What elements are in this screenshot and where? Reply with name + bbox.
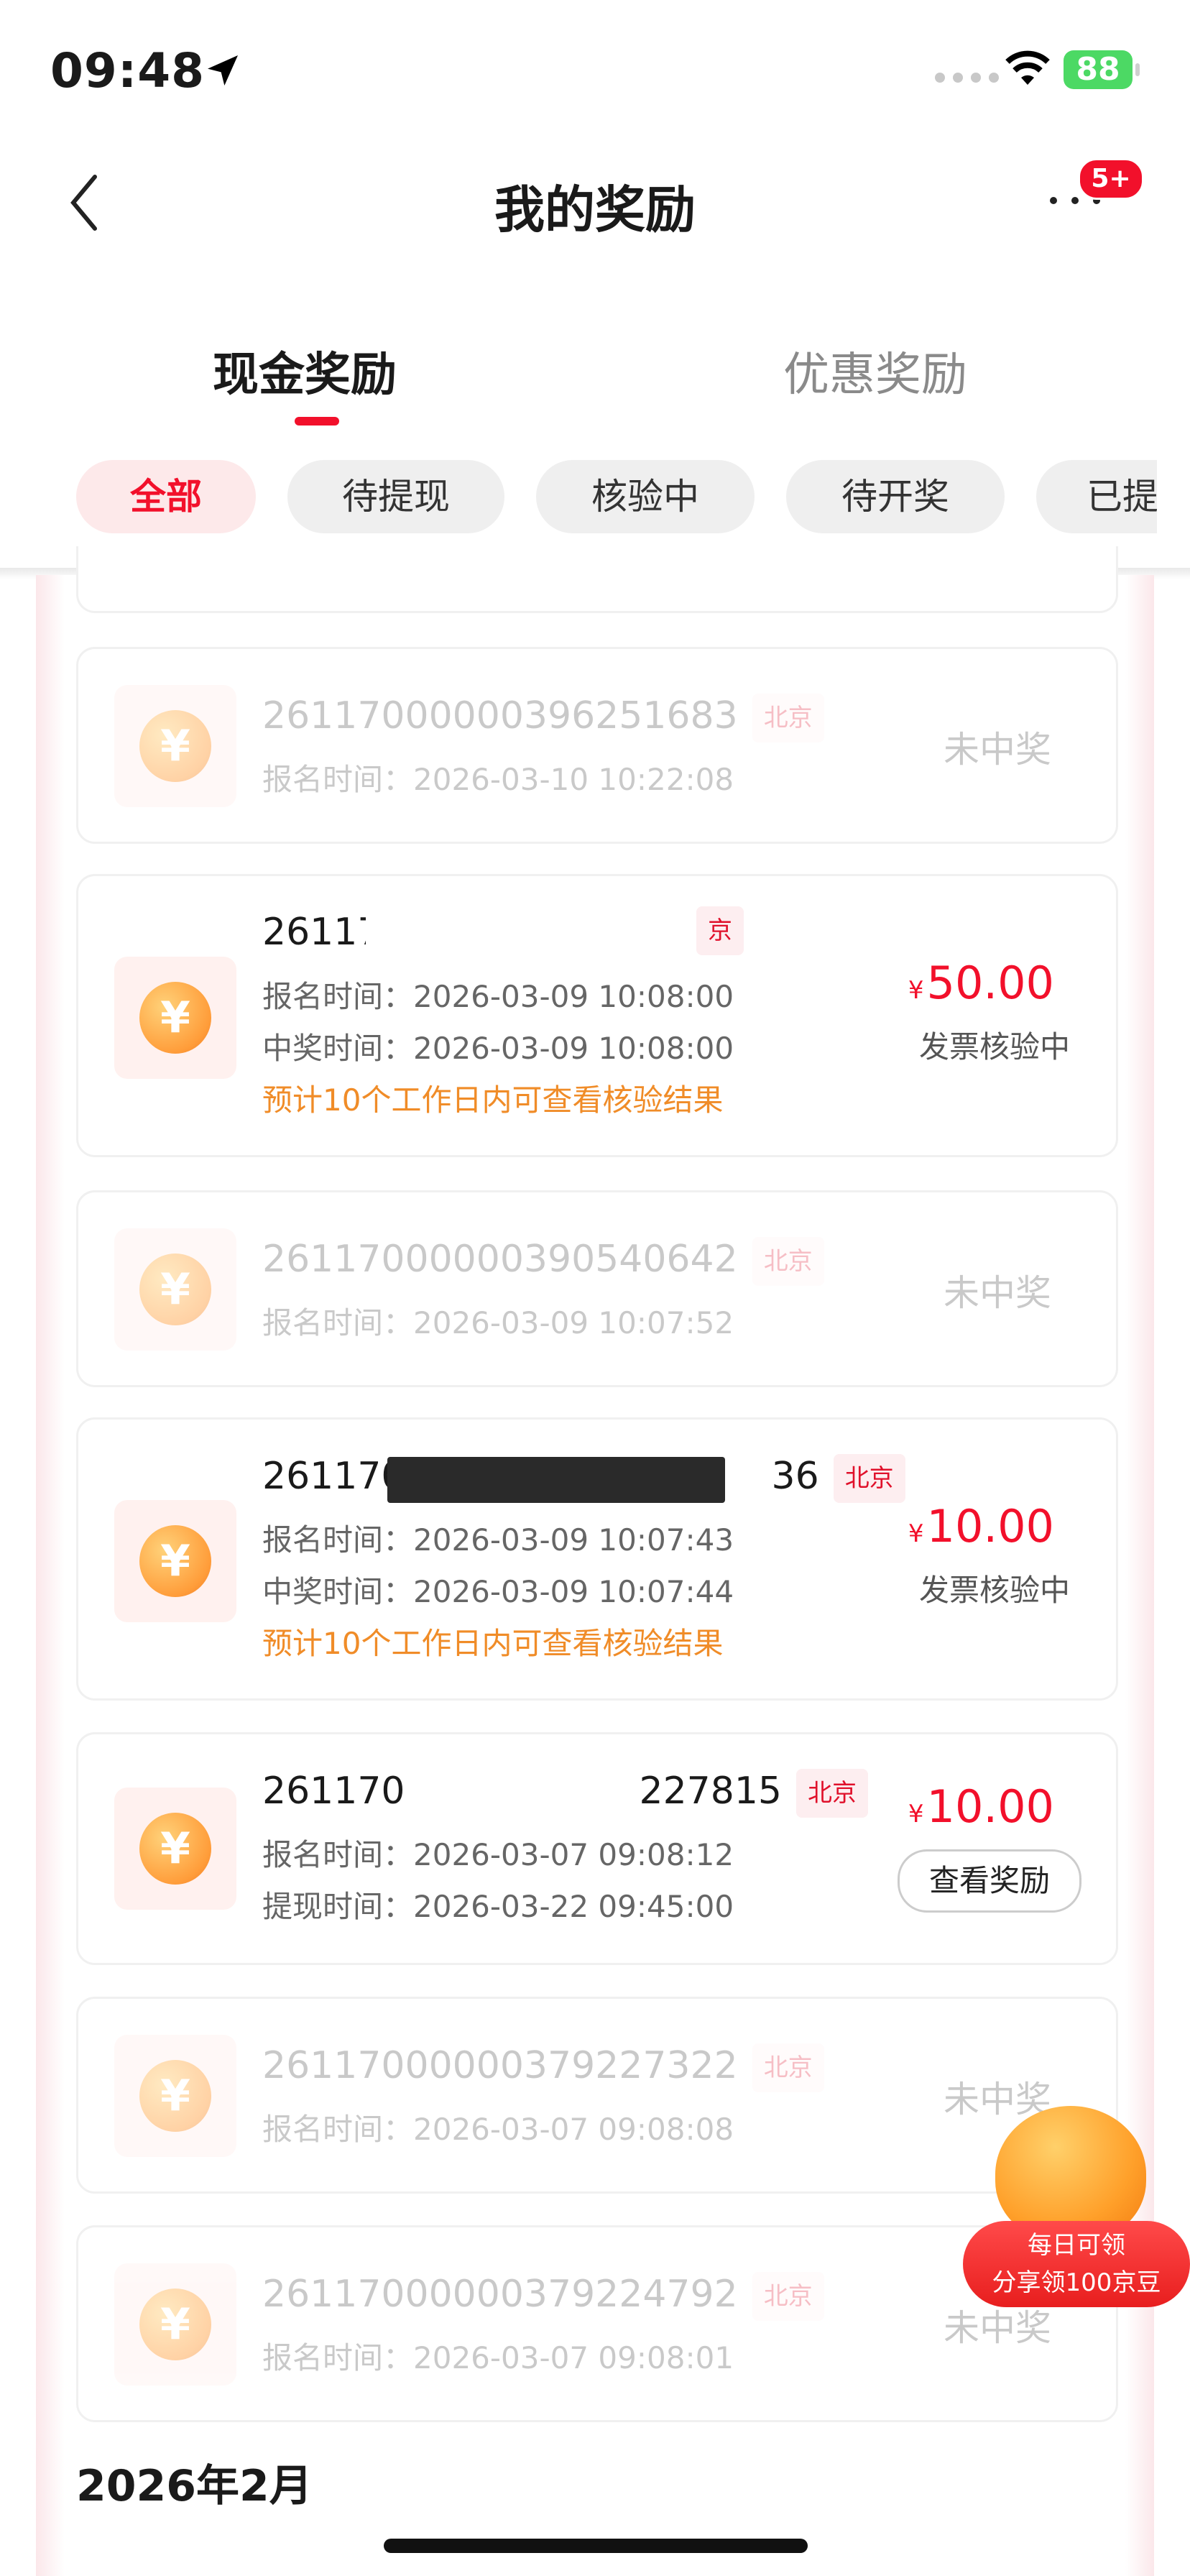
reward-icon: ¥ [114, 957, 236, 1079]
redacted-id [387, 1457, 725, 1503]
signup-time: 报名时间：2026-03-09 10:07:52 [262, 1305, 734, 1340]
filter-chip-withdrawn[interactable]: 已提 [1036, 460, 1157, 533]
battery-indicator: 88 [1064, 50, 1140, 89]
win-time: 中奖时间：2026-03-09 10:07:44 [262, 1574, 734, 1609]
wifi-icon [1005, 50, 1050, 85]
tab-cash-rewards[interactable]: 现金奖励 [213, 338, 397, 404]
reward-id-row: 26117000000379224792 北京 [262, 2272, 824, 2321]
reward-card[interactable]: ¥ 261170 36 北京 报名时间：2026-03-09 10:07:43 中奖… [76, 1417, 1118, 1701]
filter-chip-bar: 全部 待提现 核验中 待开奖 已提 [0, 460, 1157, 539]
amount-value: 10.00 [926, 1500, 1055, 1552]
reward-card[interactable]: ¥ 26117000000379224792 北京 报名时间：2026-03-07… [76, 2225, 1118, 2422]
region-tag: 北京 [752, 2272, 824, 2321]
region-tag: 北京 [752, 2043, 824, 2092]
reward-amount: ¥50.00 [908, 957, 1054, 1009]
yuan-coin-icon: ¥ [139, 710, 211, 782]
promo-line-2: 分享领100京豆 [992, 2268, 1161, 2297]
verification-note: 预计10个工作日内可查看核验结果 [262, 1082, 724, 1118]
reward-icon: ¥ [114, 1788, 236, 1910]
reward-id-row: 261170 227815 北京 [262, 1769, 869, 1818]
reward-id: 26117000000379227322 [262, 2044, 738, 2087]
floating-promo-widget[interactable]: 每日可领 分享领100京豆 [963, 2106, 1190, 2314]
reward-card[interactable]: ¥ 261170 227815 北京 报名时间：2026-03-07 09:08:1… [76, 1732, 1118, 1965]
withdraw-time: 提现时间：2026-03-22 09:45:00 [262, 1889, 734, 1924]
reward-card-partial [76, 546, 1118, 613]
promo-line-1: 每日可领 [1028, 2231, 1125, 2260]
reward-amount: ¥10.00 [908, 1780, 1054, 1833]
signup-time: 报名时间：2026-03-07 09:08:08 [262, 2112, 734, 2147]
cellular-signal-icon [935, 73, 999, 83]
reward-icon: ¥ [114, 1228, 236, 1351]
reward-card[interactable]: ¥ 26117000000390540642 北京 报名时间：2026-03-09… [76, 1190, 1118, 1387]
status-time: 09:48 [50, 43, 206, 98]
yuan-coin-icon: ¥ [139, 1813, 211, 1885]
home-indicator [384, 2539, 808, 2553]
region-tag: 北京 [833, 1454, 905, 1503]
signup-time: 报名时间：2026-03-10 10:22:08 [262, 762, 734, 797]
signup-time: 报名时间：2026-03-09 10:07:43 [262, 1522, 734, 1558]
region-tag: 北京 [796, 1769, 869, 1818]
verification-note: 预计10个工作日内可查看核验结果 [262, 1626, 724, 1661]
currency-symbol: ¥ [908, 1519, 924, 1548]
reward-id-row: 26117000000379227322 北京 [262, 2043, 824, 2092]
currency-symbol: ¥ [908, 1800, 924, 1828]
yuan-coin-icon: ¥ [139, 2288, 211, 2360]
reward-id-row: 26117000000396251683 北京 [262, 694, 824, 742]
signup-time: 报名时间：2026-03-07 09:08:12 [262, 1837, 734, 1872]
reward-icon: ¥ [114, 2035, 236, 2157]
region-tag: 京 [696, 906, 744, 955]
signup-time: 报名时间：2026-03-09 10:08:00 [262, 979, 734, 1014]
yuan-coin-icon: ¥ [139, 1525, 211, 1597]
reward-id-suffix: 36 [771, 1455, 819, 1498]
region-tag-row: 京 [696, 906, 744, 955]
reward-id-suffix: 227815 [639, 1770, 783, 1813]
reward-card[interactable]: ¥ 26117000000396251683 北京 报名时间：2026-03-10… [76, 647, 1118, 844]
reward-status: 发票核验中 [918, 1029, 1070, 1064]
page-title: 我的奖励 [494, 180, 696, 239]
active-tab-indicator [295, 417, 339, 426]
location-arrow-icon [208, 55, 238, 86]
filter-chip-verifying[interactable]: 核验中 [536, 460, 755, 533]
reward-card[interactable]: ¥ 26117000000379227322 北京 报名时间：2026-03-07… [76, 1997, 1118, 2194]
yuan-coin-icon: ¥ [139, 2060, 211, 2132]
reward-status: 未中奖 [944, 729, 1051, 770]
reward-id: 26117000000390540642 [262, 1238, 738, 1281]
reward-icon: ¥ [114, 1500, 236, 1622]
reward-icon: ¥ [114, 685, 236, 807]
reward-status: 未中奖 [944, 1272, 1051, 1314]
reward-card[interactable]: ¥ 261170 京 报名时间：2026-03-09 10:08:00 中奖时间… [76, 874, 1118, 1157]
message-count-badge: 5+ [1078, 158, 1144, 200]
promo-label: 每日可领 分享领100京豆 [963, 2221, 1190, 2307]
reward-amount: ¥10.00 [908, 1500, 1054, 1552]
region-tag: 北京 [752, 1237, 824, 1286]
tab-discount-rewards[interactable]: 优惠奖励 [783, 338, 967, 404]
reward-id-prefix: 261170 [262, 1770, 405, 1813]
region-tag: 北京 [752, 694, 824, 742]
view-reward-button[interactable]: 查看奖励 [898, 1849, 1081, 1913]
reward-id-prefix: 261170 [262, 1455, 405, 1498]
status-bar: 09:48 88 [0, 0, 1190, 129]
filter-chip-pending-withdraw[interactable]: 待提现 [287, 460, 504, 533]
signup-time: 报名时间：2026-03-07 09:08:01 [262, 2340, 734, 2375]
currency-symbol: ¥ [908, 976, 924, 1005]
amount-value: 10.00 [926, 1780, 1055, 1833]
month-section-header: 2026年2月 [76, 2461, 313, 2511]
filter-chip-all[interactable]: 全部 [76, 460, 256, 533]
reward-id: 26117000000379224792 [262, 2273, 738, 2316]
reward-id: 26117000000396251683 [262, 694, 738, 737]
yuan-coin-icon: ¥ [139, 1254, 211, 1325]
yuan-coin-icon: ¥ [139, 982, 211, 1054]
filter-chip-pending-draw[interactable]: 待开奖 [786, 460, 1005, 533]
amount-value: 50.00 [926, 957, 1055, 1009]
win-time: 中奖时间：2026-03-09 10:08:00 [262, 1031, 734, 1066]
reward-id-row: 26117000000390540642 北京 [262, 1237, 824, 1286]
reward-icon: ¥ [114, 2263, 236, 2386]
reward-status: 发票核验中 [918, 1573, 1070, 1608]
